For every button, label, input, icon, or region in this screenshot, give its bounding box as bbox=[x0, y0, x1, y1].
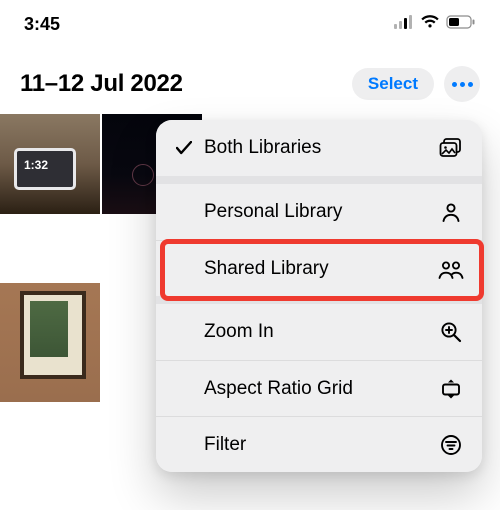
photo-thumbnail[interactable]: 1:32 bbox=[0, 114, 100, 214]
wifi-icon bbox=[420, 15, 440, 34]
zoom-in-icon bbox=[438, 321, 464, 343]
menu-item-label: Zoom In bbox=[204, 321, 428, 343]
people-icon bbox=[438, 259, 464, 279]
aspect-ratio-icon bbox=[438, 378, 464, 400]
status-indicators bbox=[394, 15, 476, 34]
menu-separator bbox=[156, 296, 482, 304]
menu-separator bbox=[156, 176, 482, 184]
menu-item-label: Aspect Ratio Grid bbox=[204, 378, 428, 400]
person-icon bbox=[438, 202, 464, 222]
select-button[interactable]: Select bbox=[352, 68, 434, 100]
cellular-icon bbox=[394, 15, 414, 34]
menu-item-label: Filter bbox=[204, 434, 428, 456]
status-bar: 3:45 bbox=[0, 0, 500, 48]
menu-item-aspect-ratio[interactable]: Aspect Ratio Grid bbox=[156, 360, 482, 416]
context-menu: Both Libraries Personal Library Shared L… bbox=[156, 120, 482, 472]
menu-item-shared-library[interactable]: Shared Library bbox=[156, 240, 482, 296]
status-time: 3:45 bbox=[24, 14, 60, 35]
header: 11–12 Jul 2022 Select bbox=[0, 48, 500, 114]
menu-item-label: Shared Library bbox=[204, 258, 428, 280]
filter-icon bbox=[438, 434, 464, 456]
menu-item-personal-library[interactable]: Personal Library bbox=[156, 184, 482, 240]
ellipsis-icon bbox=[452, 82, 473, 87]
photo-thumbnail[interactable] bbox=[0, 282, 100, 402]
menu-item-zoom-in[interactable]: Zoom In bbox=[156, 304, 482, 360]
more-button[interactable] bbox=[444, 66, 480, 102]
check-icon bbox=[174, 141, 194, 155]
header-actions: Select bbox=[352, 66, 480, 102]
libraries-icon bbox=[438, 138, 464, 158]
menu-item-both-libraries[interactable]: Both Libraries bbox=[156, 120, 482, 176]
page-title: 11–12 Jul 2022 bbox=[20, 70, 183, 98]
menu-item-label: Personal Library bbox=[204, 201, 428, 223]
menu-item-label: Both Libraries bbox=[204, 137, 428, 159]
battery-icon bbox=[446, 15, 476, 34]
thumbnail-time-overlay: 1:32 bbox=[24, 158, 48, 172]
menu-item-filter[interactable]: Filter bbox=[156, 416, 482, 472]
